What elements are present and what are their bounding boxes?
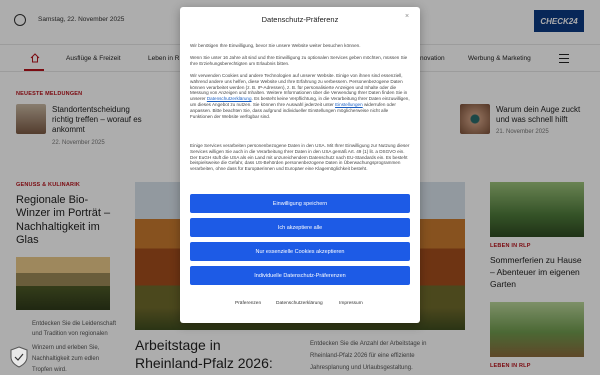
footer-link-privacy[interactable]: Datenschutzerklärung	[276, 301, 323, 306]
footer-link-preferences[interactable]: Präferenzen	[235, 301, 261, 306]
scroll-fade	[180, 173, 420, 187]
privacy-consent-dialog: Datenschutz-Präferenz × Wir benötigen Ih…	[180, 7, 420, 323]
accept-all-button[interactable]: Ich akzeptiere alle	[190, 218, 410, 237]
essential-only-button[interactable]: Nur essenzielle Cookies akzeptieren	[190, 242, 410, 261]
us-transfer-paragraph: Einige Services verarbeiten personenbezo…	[190, 143, 410, 172]
close-icon[interactable]: ×	[405, 13, 409, 20]
privacy-policy-link[interactable]: Datenschutzerklärung	[207, 96, 252, 101]
consent-paragraph: Wir benötigen Ihre Einwilligung, bevor S…	[190, 43, 361, 48]
settings-link[interactable]: Einstellungen	[335, 102, 363, 107]
consent-paragraph: Wenn Sie unter 16 Jahre alt sind und Ihr…	[190, 55, 408, 66]
consent-shield-icon[interactable]	[9, 346, 29, 368]
footer-link-imprint[interactable]: Impressum	[339, 301, 363, 306]
save-consent-button[interactable]: Einwilligung speichern	[190, 194, 410, 213]
consent-paragraph: Wir verwenden Cookies und andere Technol…	[190, 73, 410, 119]
individual-preferences-button[interactable]: Individuelle Datenschutz-Präferenzen	[190, 266, 410, 285]
dialog-title: Datenschutz-Präferenz	[261, 15, 339, 24]
